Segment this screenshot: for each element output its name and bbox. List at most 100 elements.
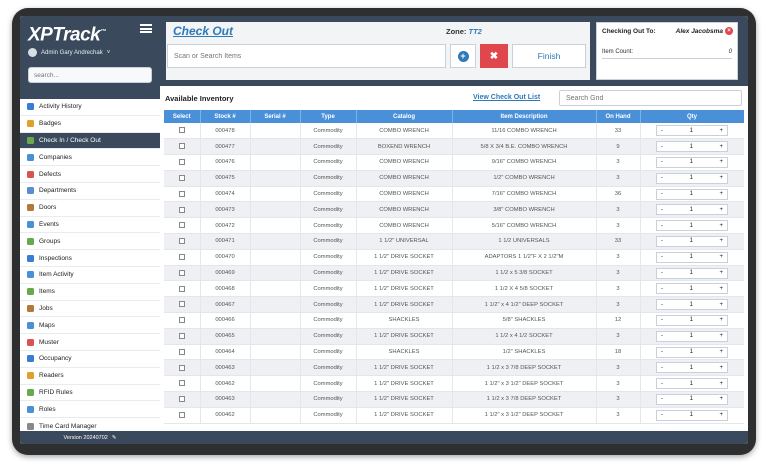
- qty-decrement-button[interactable]: -: [661, 396, 663, 402]
- qty-value[interactable]: 1: [690, 381, 693, 387]
- row-checkbox[interactable]: [178, 269, 185, 276]
- sidebar-item-groups[interactable]: Groups: [20, 233, 160, 251]
- row-checkbox[interactable]: [178, 127, 185, 134]
- qty-increment-button[interactable]: +: [719, 254, 723, 260]
- quantity-stepper[interactable]: - 1 +: [656, 267, 728, 279]
- qty-value[interactable]: 1: [690, 270, 693, 276]
- row-checkbox[interactable]: [178, 332, 185, 339]
- qty-increment-button[interactable]: +: [719, 270, 723, 276]
- sidebar-item-inspections[interactable]: Inspections: [20, 250, 160, 267]
- qty-decrement-button[interactable]: -: [661, 302, 663, 308]
- qty-value[interactable]: 1: [690, 396, 693, 402]
- column-header[interactable]: Select: [164, 110, 201, 123]
- qty-increment-button[interactable]: +: [719, 381, 723, 387]
- qty-increment-button[interactable]: +: [719, 365, 723, 371]
- sidebar-item-item-activity[interactable]: Item Activity: [20, 267, 160, 284]
- quantity-stepper[interactable]: - 1 +: [656, 125, 728, 137]
- quantity-stepper[interactable]: - 1 +: [656, 283, 728, 295]
- qty-value[interactable]: 1: [690, 349, 693, 355]
- qty-value[interactable]: 1: [690, 254, 693, 260]
- column-header[interactable]: Qty: [640, 110, 744, 123]
- table-row[interactable]: 000478 Commodity COMBO WRENCH 11/16 COMBO W…: [164, 123, 744, 140]
- quantity-stepper[interactable]: - 1 +: [656, 362, 728, 374]
- quantity-stepper[interactable]: - 1 +: [656, 330, 728, 342]
- sidebar-item-doors[interactable]: Doors: [20, 200, 160, 217]
- row-checkbox[interactable]: [178, 411, 185, 418]
- qty-increment-button[interactable]: +: [719, 286, 723, 292]
- qty-decrement-button[interactable]: -: [661, 365, 663, 371]
- quantity-stepper[interactable]: - 1 +: [656, 235, 728, 247]
- qty-increment-button[interactable]: +: [719, 396, 723, 402]
- table-row[interactable]: 000472 Commodity COMBO WRENCH 5/16" COMBO W…: [164, 217, 744, 235]
- qty-increment-button[interactable]: +: [719, 207, 723, 213]
- row-checkbox[interactable]: [178, 364, 185, 371]
- qty-increment-button[interactable]: +: [719, 223, 723, 229]
- qty-decrement-button[interactable]: -: [661, 191, 663, 197]
- qty-decrement-button[interactable]: -: [661, 207, 663, 213]
- qty-decrement-button[interactable]: -: [661, 270, 663, 276]
- qty-value[interactable]: 1: [690, 144, 693, 150]
- qty-value[interactable]: 1: [690, 223, 693, 229]
- qty-decrement-button[interactable]: -: [661, 159, 663, 165]
- qty-increment-button[interactable]: +: [719, 175, 723, 181]
- menu-icon[interactable]: [140, 24, 152, 33]
- row-checkbox[interactable]: [178, 159, 185, 166]
- qty-decrement-button[interactable]: -: [661, 144, 663, 150]
- table-row[interactable]: 000462 Commodity 1 1/2" DRIVE SOCKET 1 1/2"…: [164, 375, 744, 393]
- qty-value[interactable]: 1: [690, 317, 693, 323]
- qty-value[interactable]: 1: [690, 286, 693, 292]
- row-checkbox[interactable]: [178, 206, 185, 213]
- quantity-stepper[interactable]: - 1 +: [656, 156, 728, 168]
- qty-decrement-button[interactable]: -: [661, 412, 663, 418]
- row-checkbox[interactable]: [178, 348, 185, 355]
- sidebar-item-time-card-manager[interactable]: Time Card Manager: [20, 418, 160, 431]
- qty-value[interactable]: 1: [690, 333, 693, 339]
- qty-increment-button[interactable]: +: [719, 412, 723, 418]
- table-row[interactable]: 000467 Commodity 1 1/2" DRIVE SOCKET 1 1/2"…: [164, 296, 744, 314]
- qty-decrement-button[interactable]: -: [661, 349, 663, 355]
- sidebar-item-departments[interactable]: Departments: [20, 183, 160, 200]
- row-checkbox[interactable]: [178, 254, 185, 260]
- qty-decrement-button[interactable]: -: [661, 175, 663, 181]
- finish-button[interactable]: Finish: [512, 44, 586, 68]
- quantity-stepper[interactable]: - 1 +: [656, 299, 728, 311]
- qty-decrement-button[interactable]: -: [661, 333, 663, 339]
- row-checkbox[interactable]: [178, 190, 185, 197]
- view-checkout-list-link[interactable]: View Check Out List: [473, 94, 540, 101]
- add-item-button[interactable]: +: [450, 44, 476, 68]
- row-checkbox[interactable]: [178, 175, 185, 182]
- sidebar-item-defects[interactable]: Defects: [20, 166, 160, 183]
- sidebar-item-check-in-check-out[interactable]: Check In / Check Out: [20, 132, 160, 150]
- table-row[interactable]: 000473 Commodity COMBO WRENCH 3/8" COMBO WR…: [164, 201, 744, 219]
- sidebar-item-maps[interactable]: Maps: [20, 317, 160, 335]
- quantity-stepper[interactable]: - 1 +: [656, 393, 728, 405]
- column-header[interactable]: Catalog: [356, 110, 453, 123]
- row-checkbox[interactable]: [178, 301, 185, 308]
- qty-increment-button[interactable]: +: [719, 238, 723, 244]
- edit-icon[interactable]: ✎: [112, 435, 117, 441]
- row-checkbox[interactable]: [178, 143, 185, 150]
- qty-increment-button[interactable]: +: [719, 317, 723, 323]
- qty-increment-button[interactable]: +: [719, 333, 723, 339]
- qty-increment-button[interactable]: +: [719, 191, 723, 197]
- qty-value[interactable]: 1: [690, 302, 693, 308]
- scan-input[interactable]: [167, 44, 446, 68]
- sidebar-item-companies[interactable]: Companies: [20, 149, 160, 167]
- sidebar-item-muster[interactable]: Muster: [20, 334, 160, 351]
- sidebar-item-readers[interactable]: Readers: [20, 368, 160, 385]
- sidebar-item-occupancy[interactable]: Occupancy: [20, 351, 160, 368]
- table-row[interactable]: 000462 Commodity 1 1/2" DRIVE SOCKET 1 1/2"…: [164, 407, 744, 424]
- table-row[interactable]: 000477 Commodity BOXEND WRENCH 5/8 X 3/4 B.…: [164, 138, 744, 156]
- sidebar-item-rfid-rules[interactable]: RFID Rules: [20, 385, 160, 402]
- row-checkbox[interactable]: [178, 380, 185, 387]
- qty-increment-button[interactable]: +: [719, 128, 723, 134]
- row-checkbox[interactable]: [178, 222, 185, 229]
- table-row[interactable]: 000475 Commodity COMBO WRENCH 1/2" COMBO WR…: [164, 170, 744, 187]
- quantity-stepper[interactable]: - 1 +: [656, 141, 728, 153]
- qty-increment-button[interactable]: +: [719, 302, 723, 308]
- qty-increment-button[interactable]: +: [719, 349, 723, 355]
- qty-value[interactable]: 1: [690, 175, 693, 181]
- quantity-stepper[interactable]: - 1 +: [656, 172, 728, 184]
- qty-value[interactable]: 1: [690, 191, 693, 197]
- qty-value[interactable]: 1: [690, 159, 693, 165]
